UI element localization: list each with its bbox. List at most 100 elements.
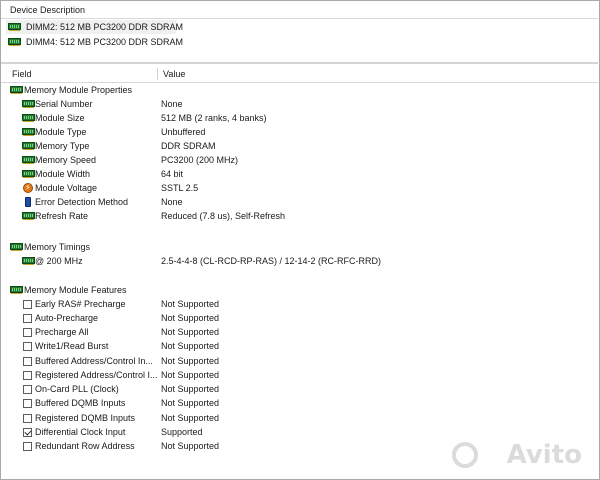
property-field: Memory Speed [35, 155, 97, 165]
feature-row[interactable]: Registered DQMB Inputs Not Supported [20, 411, 580, 425]
feature-field: Buffered DQMB Inputs [35, 398, 126, 408]
feature-row[interactable]: Buffered DQMB Inputs Not Supported [20, 396, 580, 410]
property-value: DDR SDRAM [161, 141, 216, 151]
feature-value: Not Supported [161, 313, 220, 323]
property-row[interactable]: Module Size 512 MB (2 ranks, 4 banks) [20, 111, 580, 125]
device-list-header[interactable]: Device Description [1, 2, 598, 19]
feature-row[interactable]: Auto-Precharge Not Supported [20, 311, 580, 325]
device-description-column-header[interactable]: Device Description [10, 2, 85, 19]
checkbox-unchecked-icon [23, 300, 32, 309]
memory-module-icon [22, 114, 35, 122]
memory-module-icon [8, 23, 21, 31]
property-row[interactable]: @ 200 MHz 2.5-4-4-8 (CL-RCD-RP-RAS) / 12… [20, 254, 580, 268]
feature-field: Differential Clock Input [35, 427, 126, 437]
device-item-dimm4[interactable]: DIMM4: 512 MB PC3200 DDR SDRAM [6, 35, 183, 49]
group-header-memory-timings[interactable]: Memory Timings [8, 240, 308, 254]
checkbox-unchecked-icon [23, 442, 32, 451]
feature-row[interactable]: Registered Address/Control I... Not Supp… [20, 368, 580, 382]
property-field: @ 200 MHz [35, 256, 83, 266]
feature-value: Not Supported [161, 327, 220, 337]
feature-row[interactable]: Redundant Row Address Not Supported [20, 439, 580, 453]
checkbox-unchecked-icon [23, 342, 32, 351]
feature-value: Not Supported [161, 384, 220, 394]
checkbox-checked-icon [23, 428, 32, 437]
memory-module-icon [22, 257, 35, 265]
feature-field: Early RAS# Precharge [35, 299, 126, 309]
checkbox-unchecked-icon [23, 357, 32, 366]
feature-value: Not Supported [161, 441, 220, 451]
memory-module-icon [8, 38, 21, 46]
property-value: Reduced (7.8 us), Self-Refresh [161, 211, 286, 221]
device-item-dimm2[interactable]: DIMM2: 512 MB PC3200 DDR SDRAM [6, 20, 183, 34]
property-value: Unbuffered [161, 127, 206, 137]
group-title: Memory Module Properties [24, 85, 133, 95]
error-detection-icon [25, 197, 31, 207]
feature-field: Registered Address/Control I... [35, 370, 158, 380]
feature-field: On-Card PLL (Clock) [35, 384, 119, 394]
property-value: 2.5-4-4-8 (CL-RCD-RP-RAS) / 12-14-2 (RC-… [161, 256, 382, 266]
watermark-logo-icon [452, 442, 478, 468]
column-separator[interactable] [157, 68, 158, 80]
property-row[interactable]: Module Voltage SSTL 2.5 [20, 181, 580, 195]
splitter-handle[interactable] [1, 62, 598, 64]
checkbox-unchecked-icon [23, 385, 32, 394]
checkbox-unchecked-icon [23, 414, 32, 423]
value-column-header[interactable]: Value [163, 66, 185, 83]
field-column-header[interactable]: Field [12, 66, 32, 83]
checkbox-unchecked-icon [23, 399, 32, 408]
feature-row[interactable]: Write1/Read Burst Not Supported [20, 339, 580, 353]
property-field: Module Width [35, 169, 91, 179]
property-field: Module Voltage [35, 183, 98, 193]
feature-value: Not Supported [161, 398, 220, 408]
memory-module-icon [22, 100, 35, 108]
properties-header[interactable]: Field Value [1, 66, 598, 83]
property-value: SSTL 2.5 [161, 183, 199, 193]
memory-module-icon [10, 286, 23, 294]
property-field: Module Type [35, 127, 87, 137]
feature-value: Supported [161, 427, 203, 437]
checkbox-unchecked-icon [23, 314, 32, 323]
property-field: Error Detection Method [35, 197, 129, 207]
feature-value: Not Supported [161, 299, 220, 309]
group-header-memory-module-properties[interactable]: Memory Module Properties [8, 83, 308, 97]
memory-module-icon [10, 243, 23, 251]
feature-row[interactable]: Differential Clock Input Supported [20, 425, 580, 439]
property-field: Module Size [35, 113, 85, 123]
device-item-label: DIMM2: 512 MB PC3200 DDR SDRAM [26, 22, 184, 32]
feature-row[interactable]: Precharge All Not Supported [20, 325, 580, 339]
checkbox-unchecked-icon [23, 371, 32, 380]
property-field: Refresh Rate [35, 211, 89, 221]
voltage-icon [23, 181, 33, 195]
feature-row[interactable]: Buffered Address/Control In... Not Suppo… [20, 354, 580, 368]
feature-value: Not Supported [161, 413, 220, 423]
device-item-label: DIMM4: 512 MB PC3200 DDR SDRAM [26, 37, 184, 47]
property-row[interactable]: Module Type Unbuffered [20, 125, 580, 139]
property-field: Serial Number [35, 99, 93, 109]
feature-row[interactable]: Early RAS# Precharge Not Supported [20, 297, 580, 311]
property-value: 512 MB (2 ranks, 4 banks) [161, 113, 267, 123]
memory-module-icon [22, 156, 35, 164]
property-value: 64 bit [161, 169, 184, 179]
feature-field: Precharge All [35, 327, 89, 337]
checkbox-unchecked-icon [23, 328, 32, 337]
property-row[interactable]: Serial Number None [20, 97, 580, 111]
property-row[interactable]: Memory Type DDR SDRAM [20, 139, 580, 153]
group-title: Memory Module Features [24, 285, 127, 295]
property-row[interactable]: Memory Speed PC3200 (200 MHz) [20, 153, 580, 167]
memory-module-icon [10, 86, 23, 94]
feature-field: Buffered Address/Control In... [35, 356, 153, 366]
property-row[interactable]: Module Width 64 bit [20, 167, 580, 181]
feature-value: Not Supported [161, 370, 220, 380]
memory-module-icon [22, 170, 35, 178]
group-header-memory-module-features[interactable]: Memory Module Features [8, 283, 308, 297]
feature-field: Redundant Row Address [35, 441, 135, 451]
feature-field: Registered DQMB Inputs [35, 413, 136, 423]
feature-value: Not Supported [161, 356, 220, 366]
watermark-text: Avito [506, 440, 582, 470]
memory-module-icon [22, 128, 35, 136]
property-value: PC3200 (200 MHz) [161, 155, 239, 165]
feature-value: Not Supported [161, 341, 220, 351]
property-row[interactable]: Error Detection Method None [20, 195, 580, 209]
property-row[interactable]: Refresh Rate Reduced (7.8 us), Self-Refr… [20, 209, 580, 223]
feature-row[interactable]: On-Card PLL (Clock) Not Supported [20, 382, 580, 396]
